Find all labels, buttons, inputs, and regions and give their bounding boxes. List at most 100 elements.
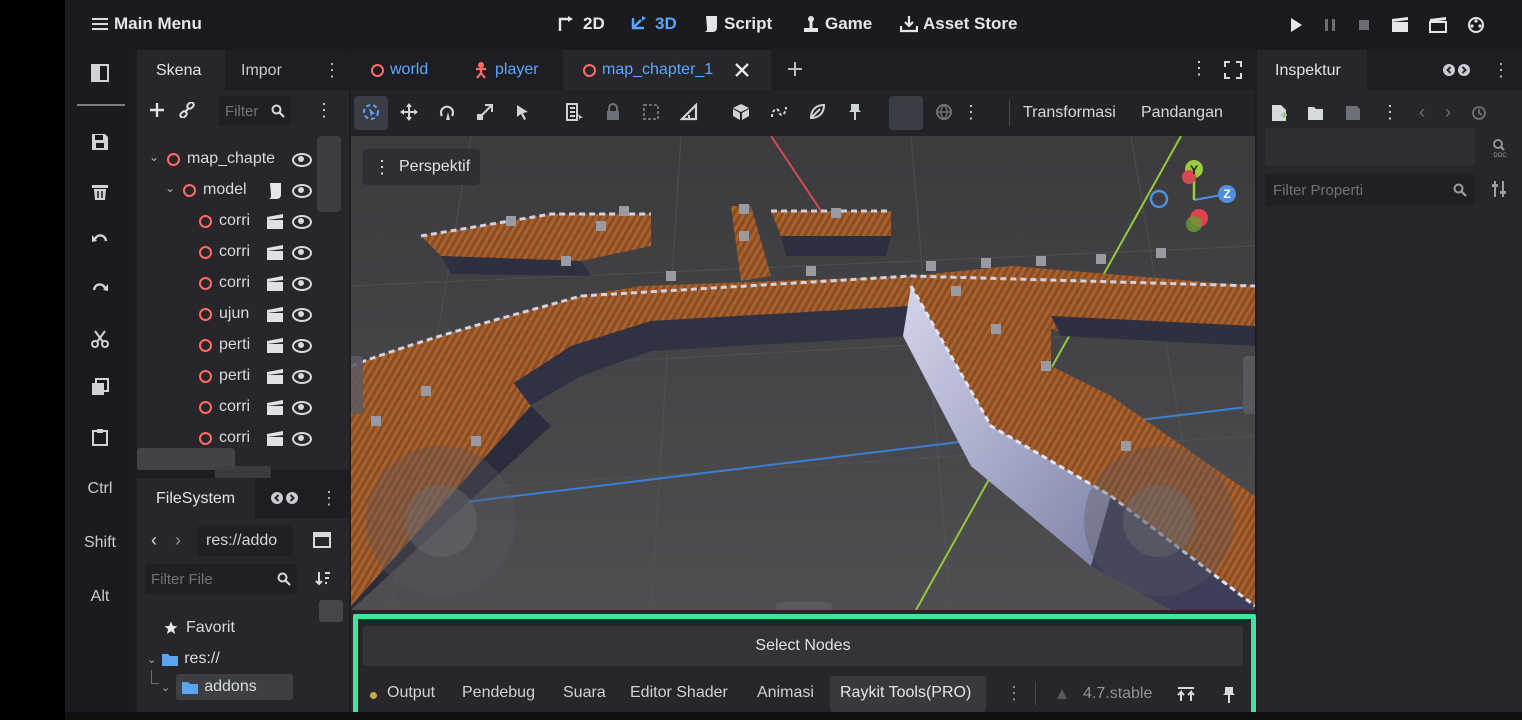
mode-script-button[interactable]: Script (703, 14, 772, 34)
list-select-icon[interactable] (561, 98, 589, 126)
paste-button[interactable] (83, 420, 117, 454)
expand-panel-icon[interactable] (1177, 686, 1195, 702)
movie-maker-icon[interactable] (1467, 16, 1485, 34)
back-arrow-icon[interactable]: ‹ (151, 530, 157, 551)
tab-editor-shader[interactable]: Editor Shader (630, 684, 728, 702)
inspector-forward-icon[interactable]: › (1445, 102, 1451, 123)
link-icon[interactable] (179, 102, 195, 118)
filesystem-nav-icons[interactable] (270, 491, 300, 505)
scene-tree-row[interactable]: ujun (137, 299, 317, 330)
filesystem-menu-icon[interactable]: ⋮ (320, 488, 338, 509)
object-selector[interactable] (1265, 128, 1475, 166)
filesystem-path-input[interactable]: res://addo (197, 526, 293, 556)
tab-impor[interactable]: Impor (241, 62, 282, 80)
scale-mode-icon[interactable] (471, 98, 499, 126)
play-scene-icon[interactable] (1391, 17, 1409, 33)
scene-tab-map-chapter[interactable]: map_chapter_1 (563, 50, 771, 90)
tab-pendebug[interactable]: Pendebug (462, 684, 535, 702)
ruler-icon[interactable] (675, 98, 703, 126)
visibility-eye-icon[interactable] (292, 153, 312, 167)
view-menu-button[interactable]: Pandangan (1141, 104, 1223, 122)
forward-arrow-icon[interactable]: › (175, 530, 181, 551)
visibility-eye-icon[interactable] (292, 277, 312, 291)
group-icon[interactable] (637, 98, 665, 126)
pointer-icon[interactable] (509, 98, 537, 126)
inspector-back-icon[interactable]: ‹ (1419, 102, 1425, 123)
distraction-free-icon[interactable] (1224, 61, 1242, 79)
scene-tree-row[interactable]: corri (137, 206, 317, 237)
scene-tab-player[interactable]: player (473, 61, 539, 79)
scene-tree-row[interactable]: corri (137, 392, 317, 423)
toggle-split-icon[interactable] (313, 532, 331, 548)
clapperboard-icon[interactable] (266, 307, 284, 323)
clapperboard-icon[interactable] (266, 245, 284, 261)
perspective-menu-button[interactable]: ⋮ Perspektif (363, 149, 481, 185)
new-resource-icon[interactable] (1271, 104, 1287, 122)
filter-settings-icon[interactable] (1491, 180, 1507, 198)
filesystem-scrollbar[interactable] (319, 600, 343, 622)
property-filter-input[interactable]: Filter Properti (1265, 174, 1475, 206)
scene-tree-row[interactable]: ⌄ model (137, 175, 317, 206)
scene-tree-row[interactable]: corri (137, 237, 317, 268)
inspector-nav-icons[interactable] (1442, 63, 1472, 77)
clapperboard-icon[interactable] (266, 400, 284, 416)
addons-item[interactable]: ⌄ addons (161, 674, 293, 700)
clapperboard-icon[interactable] (266, 214, 284, 230)
tab-skena[interactable]: Skena (137, 50, 225, 90)
res-root-item[interactable]: ⌄ res:// (147, 650, 220, 668)
play-icon[interactable] (1289, 17, 1303, 33)
visibility-eye-icon[interactable] (292, 370, 312, 384)
viewport-right-handle[interactable] (1243, 356, 1255, 414)
scene-tree-row[interactable]: perti (137, 361, 317, 392)
rotate-mode-icon[interactable] (433, 98, 461, 126)
tab-output[interactable]: Output (387, 684, 435, 702)
visibility-eye-icon[interactable] (292, 184, 312, 198)
shift-modifier-button[interactable]: Shift (65, 534, 135, 552)
visibility-eye-icon[interactable] (292, 401, 312, 415)
pause-icon[interactable] (1323, 17, 1337, 33)
3d-viewport[interactable]: Y Z ⋮ Perspektif (351, 136, 1255, 610)
select-mode-icon[interactable] (357, 98, 385, 126)
mode-game-button[interactable]: Game (802, 14, 872, 34)
tab-raykit-tools[interactable]: Raykit Tools(PRO) (830, 676, 986, 712)
redo-button[interactable] (83, 272, 117, 306)
visibility-eye-icon[interactable] (292, 246, 312, 260)
doc-search-icon[interactable]: DOC (1491, 138, 1509, 158)
scene-tree-row[interactable]: ⌄ map_chapte (137, 144, 317, 175)
scene-tab-world[interactable]: world (371, 61, 428, 79)
scene-tree-menu-icon[interactable]: ⋮ (315, 100, 333, 121)
history-icon[interactable] (1471, 105, 1487, 121)
inspector-options-icon[interactable]: ⋮ (1381, 102, 1399, 123)
inspector-menu-icon[interactable]: ⋮ (1492, 60, 1510, 81)
bottom-panel-menu-icon[interactable]: ⋮ (1005, 683, 1023, 704)
mode-2d-button[interactable]: 2D (558, 14, 605, 34)
save-button[interactable] (83, 125, 117, 159)
undo-button[interactable] (83, 223, 117, 257)
mode-3d-button[interactable]: 3D (630, 14, 677, 34)
main-menu-button[interactable]: Main Menu (92, 14, 202, 34)
viewport-options-icon[interactable]: ⋮ (957, 98, 985, 126)
pin-toolbar-icon[interactable] (841, 98, 869, 126)
scene-filter-input[interactable]: Filter (219, 96, 291, 126)
favorites-item[interactable]: Favorit (164, 619, 235, 637)
cut-button[interactable] (83, 322, 117, 356)
copy-button[interactable] (83, 370, 117, 404)
clapperboard-icon[interactable] (266, 338, 284, 354)
scene-dock-menu-icon[interactable]: ⋮ (323, 60, 341, 81)
leaf-icon[interactable] (803, 98, 831, 126)
close-tab-icon[interactable] (735, 63, 749, 77)
visibility-eye-icon[interactable] (292, 215, 312, 229)
tab-animasi[interactable]: Animasi (757, 684, 814, 702)
stop-icon[interactable] (1357, 17, 1371, 33)
clapperboard-icon[interactable] (266, 276, 284, 292)
tab-filesystem[interactable]: FileSystem (137, 478, 255, 518)
asset-store-button[interactable]: Asset Store (900, 14, 1017, 34)
visibility-eye-icon[interactable] (292, 308, 312, 322)
visibility-eye-icon[interactable] (292, 432, 312, 446)
toggle-dock-button[interactable] (83, 56, 117, 90)
file-filter-input[interactable]: Filter File (145, 564, 297, 594)
move-mode-icon[interactable] (395, 98, 423, 126)
scene-tree-scrollbar[interactable] (317, 136, 341, 212)
pin-icon[interactable] (1222, 686, 1236, 704)
left-joystick-knob[interactable] (405, 485, 477, 557)
